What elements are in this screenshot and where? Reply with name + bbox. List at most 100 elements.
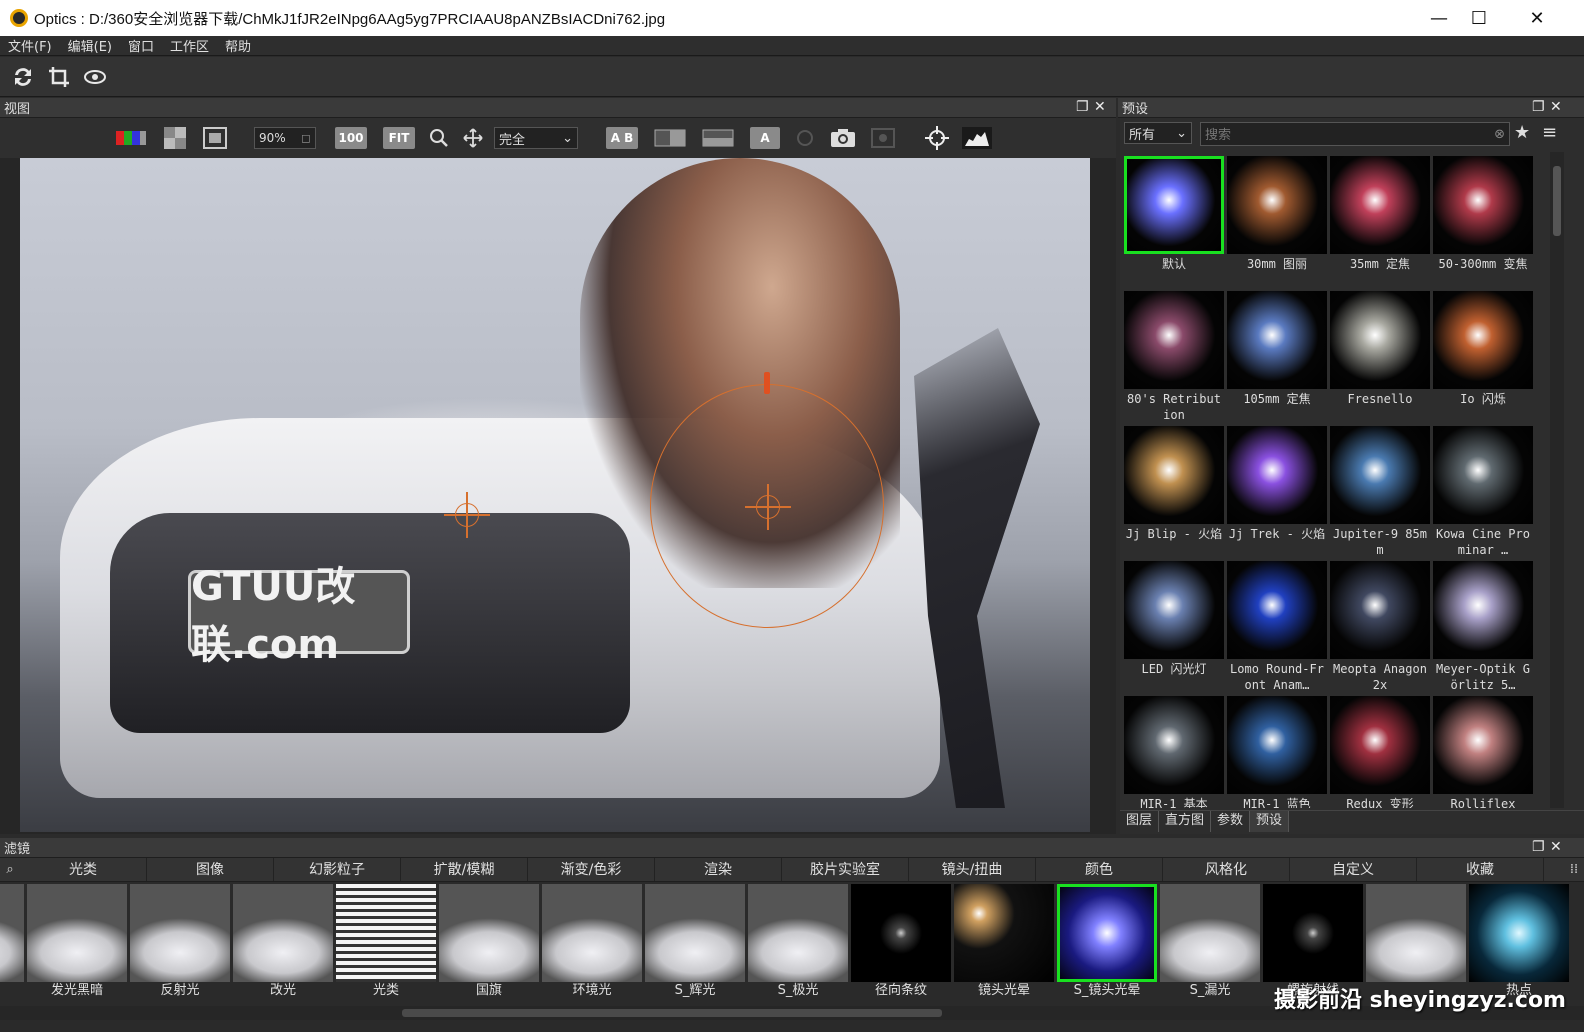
filter-category-tab[interactable]: 镜头/扭曲	[909, 858, 1036, 881]
preset-item[interactable]: Redux 变形	[1330, 696, 1430, 808]
zoom-field[interactable]: 90% ◻	[254, 127, 316, 149]
preset-item[interactable]: Jj Blip - 火焰	[1124, 426, 1224, 558]
favorite-star-icon[interactable]: ★	[1514, 122, 1530, 143]
magnifier-icon[interactable]	[428, 127, 450, 149]
photo-preview[interactable]: GTUU改联.com	[20, 158, 1090, 832]
preset-item[interactable]: MIR-1 基本	[1124, 696, 1224, 808]
split-horizontal-icon[interactable]	[702, 127, 734, 149]
filter-item[interactable]: 反射光	[130, 884, 230, 1002]
filter-item[interactable]: S_辉光	[645, 884, 745, 1002]
close-button[interactable]: ✕	[1508, 0, 1566, 36]
tab-histogram[interactable]: 直方图	[1159, 811, 1212, 832]
crosshair-target-icon[interactable]	[924, 126, 950, 150]
preset-item[interactable]: Rolliflex	[1433, 696, 1533, 808]
preset-item[interactable]: Kowa Cine Prominar …	[1433, 426, 1533, 558]
filter-search-icon[interactable]: ⌕	[0, 858, 20, 881]
filter-item[interactable]: 环境光	[542, 884, 642, 1002]
filter-category-tab[interactable]: 扩散/模糊	[401, 858, 528, 881]
render-mode-select[interactable]: 完全 ⌄	[494, 127, 578, 149]
preset-item[interactable]: 50-300mm 变焦	[1433, 156, 1533, 288]
preset-label: Fresnello	[1347, 392, 1413, 406]
snapshot-camera-icon[interactable]	[830, 127, 856, 149]
crop-icon[interactable]	[46, 64, 72, 90]
tab-parameters[interactable]: 参数	[1211, 811, 1251, 832]
grid-view-icon[interactable]: ⁞⁞	[1564, 858, 1584, 881]
filter-item[interactable]: 像	[0, 884, 24, 1002]
filter-category-tab[interactable]: 光类	[20, 858, 147, 881]
filter-item[interactable]: 光类	[336, 884, 436, 1002]
zoom-fit-button[interactable]: FIT	[383, 127, 415, 149]
a-overlay-button[interactable]: A	[750, 127, 780, 149]
histogram-icon[interactable]	[962, 127, 992, 149]
ab-compare-button[interactable]: A B	[606, 127, 638, 149]
preset-item[interactable]: MIR-1 蓝色	[1227, 696, 1327, 808]
checker-icon[interactable]	[163, 127, 187, 149]
tab-presets[interactable]: 预设	[1250, 811, 1290, 832]
menu-workspace[interactable]: 工作区	[162, 36, 217, 55]
menu-file[interactable]: 文件(F)	[0, 36, 60, 55]
rgb-channels-icon[interactable]	[116, 127, 146, 149]
filter-category-tab[interactable]: 图像	[147, 858, 274, 881]
panel-close-icon[interactable]: ✕	[1550, 839, 1562, 855]
image-canvas[interactable]: GTUU改联.com	[0, 158, 1116, 834]
preset-item[interactable]: Lomo Round-Front Anam…	[1227, 561, 1327, 693]
preset-item[interactable]: Meyer-Optik Görlitz 5…	[1433, 561, 1533, 693]
preset-item[interactable]: 35mm 定焦	[1330, 156, 1430, 288]
hamburger-menu-icon[interactable]: ≡	[1542, 122, 1557, 143]
clear-search-icon[interactable]: ⊗	[1494, 127, 1505, 142]
menu-window[interactable]: 窗口	[120, 36, 162, 55]
pan-icon[interactable]	[462, 127, 484, 149]
undock-icon[interactable]: ❐	[1532, 99, 1545, 115]
flare-center-handle[interactable]	[745, 484, 791, 530]
filter-item[interactable]: 径向条纹	[851, 884, 951, 1002]
eye-rotate-icon[interactable]	[82, 64, 108, 90]
filter-category-tab[interactable]: 渐变/色彩	[528, 858, 655, 881]
preset-item[interactable]: LED 闪光灯	[1124, 561, 1224, 693]
filter-category-tab[interactable]: 风格化	[1163, 858, 1290, 881]
undock-icon[interactable]: ❐	[1076, 99, 1089, 115]
menu-help[interactable]: 帮助	[217, 36, 259, 55]
tab-layers[interactable]: 图层	[1120, 811, 1160, 832]
preset-scrollbar[interactable]	[1550, 152, 1564, 808]
preset-item[interactable]: Meopta Anagon 2x	[1330, 561, 1430, 693]
maximize-button[interactable]: ☐	[1450, 0, 1508, 36]
preset-search-field[interactable]: ⊗	[1200, 122, 1510, 146]
preset-item[interactable]: Jj Trek - 火焰	[1227, 426, 1327, 558]
filter-category-tab[interactable]: 幻影粒子	[274, 858, 401, 881]
split-vertical-icon[interactable]	[654, 127, 686, 149]
preset-item[interactable]: Fresnello	[1330, 291, 1430, 423]
filter-category-tab[interactable]: 颜色	[1036, 858, 1163, 881]
panel-close-icon[interactable]: ✕	[1094, 99, 1106, 115]
preset-item[interactable]: 80's Retribution	[1124, 291, 1224, 423]
preset-item[interactable]: Io 闪烁	[1433, 291, 1533, 423]
preset-label: Meopta Anagon 2x	[1333, 662, 1427, 692]
filter-category-tab[interactable]: 收藏	[1417, 858, 1544, 881]
preset-item[interactable]: 默认	[1124, 156, 1224, 288]
zoom-100-button[interactable]: 100	[335, 127, 367, 149]
swap-icon[interactable]	[794, 127, 816, 149]
menu-edit[interactable]: 编辑(E)	[60, 36, 120, 55]
fit-frame-icon[interactable]	[202, 127, 228, 149]
filter-category-tab[interactable]: 自定义	[1290, 858, 1417, 881]
filter-item[interactable]: S_极光	[748, 884, 848, 1002]
panel-close-icon[interactable]: ✕	[1550, 99, 1562, 115]
preset-item[interactable]: 105mm 定焦	[1227, 291, 1327, 423]
filter-item[interactable]: 国旗	[439, 884, 539, 1002]
preset-search-input[interactable]	[1205, 126, 1475, 142]
filter-category-tab[interactable]: 胶片实验室	[782, 858, 909, 881]
filter-item[interactable]: 发光黑暗	[27, 884, 127, 1002]
flare-secondary-handle[interactable]	[444, 492, 490, 538]
filter-item[interactable]: 改光	[233, 884, 333, 1002]
refresh-icon[interactable]	[10, 64, 36, 90]
filter-item[interactable]: 镜头光晕	[954, 884, 1054, 1002]
compare-snapshot-icon[interactable]	[870, 127, 896, 149]
flare-angle-handle[interactable]	[764, 372, 770, 394]
preset-item[interactable]: Jupiter-9 85mm	[1330, 426, 1430, 558]
filter-item[interactable]: S_漏光	[1160, 884, 1260, 1002]
filter-item[interactable]: S_镜头光晕	[1057, 884, 1157, 1002]
filter-category-tab[interactable]: 渲染	[655, 858, 782, 881]
filter-thumbnail	[27, 884, 127, 982]
preset-item[interactable]: 30mm 图丽	[1227, 156, 1327, 288]
preset-category-select[interactable]: 所有 ⌄	[1124, 122, 1192, 144]
undock-icon[interactable]: ❐	[1532, 839, 1545, 855]
